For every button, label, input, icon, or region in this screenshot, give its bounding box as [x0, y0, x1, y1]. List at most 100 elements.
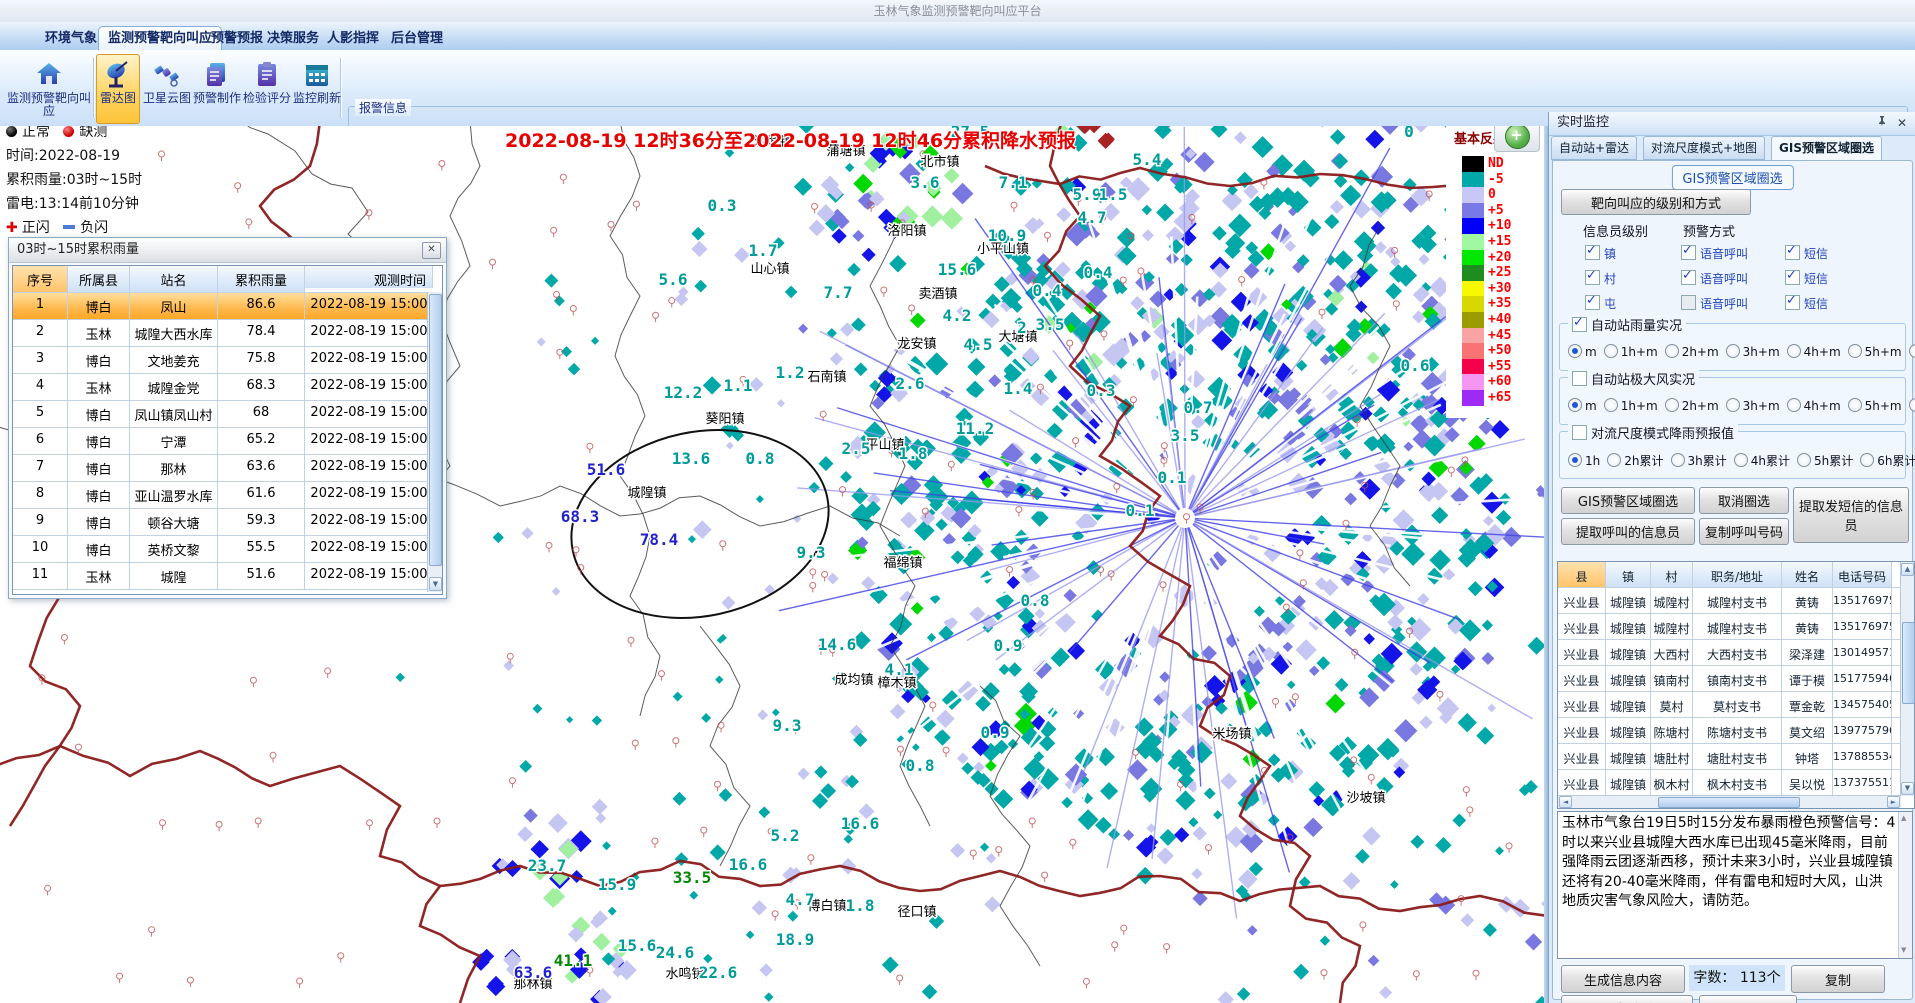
panel-tab-1[interactable]: 自动站+雷达 — [1551, 136, 1637, 160]
column-header[interactable]: 村 — [1651, 562, 1693, 587]
radio-option[interactable]: 1h — [1568, 453, 1600, 468]
voice-call-checkbox[interactable]: 语音呼叫 — [1681, 270, 1748, 287]
warning-message-textarea[interactable]: 玉林市气象台19日5时15分发布暴雨橙色预警信号：4时以来兴业县城隍大西水库已出… — [1557, 811, 1913, 959]
rain-table-window[interactable]: 03时~15时累积雨量 ✕ 序号所属县站名累积雨量观测时间1博白凤山86.620… — [8, 237, 447, 599]
toolbar-button-document[interactable]: 预警制作 — [190, 54, 244, 124]
radio-option[interactable]: 2h累计 — [1607, 452, 1663, 469]
contact-vscrollbar[interactable]: ▲▼ — [1900, 562, 1914, 796]
table-row[interactable]: 8博白亚山温罗水库61.62022-08-19 15:00 — [13, 482, 442, 509]
toolbar-button-satellite[interactable]: 卫星云图 — [140, 54, 194, 124]
column-header[interactable]: 县 — [1558, 562, 1606, 587]
toolbar-button-clipboard[interactable]: 检验评分 — [240, 54, 294, 124]
column-header[interactable]: 姓名 — [1782, 562, 1833, 587]
level-checkbox-镇[interactable]: 镇 — [1585, 245, 1616, 262]
voice-call-checkbox[interactable]: 语音呼叫 — [1681, 295, 1748, 312]
panel-tab-2[interactable]: 对流尺度模式+地图 — [1643, 136, 1765, 160]
table-row[interactable]: 2玉林城隍大西水库78.42022-08-19 15:00 — [13, 320, 442, 347]
toolbar-button-calendar[interactable]: 监控刷新 — [290, 54, 344, 124]
contact-hscrollbar[interactable]: ◄► — [1558, 795, 1901, 808]
table-row[interactable]: 5博白凤山镇凤山村682022-08-19 15:00 — [13, 401, 442, 428]
scroll-up-icon[interactable]: ▲ — [1901, 563, 1914, 576]
radio-option[interactable]: 1h+m — [1604, 344, 1658, 359]
level-checkbox-村[interactable]: 村 — [1585, 270, 1616, 287]
radio-option[interactable]: 5h累计 — [1797, 452, 1853, 469]
toolbar-button-radar[interactable]: 雷达图 — [96, 54, 140, 124]
contact-row[interactable]: 兴业县城隍镇枫木村枫木村支书吴以悦137375511 — [1558, 770, 1914, 796]
contact-row[interactable]: 兴业县城隍镇镇南村镇南村支书谭于模151775946 — [1558, 666, 1914, 692]
extract-sms-button[interactable]: 提取发短信的信息员 — [1793, 487, 1909, 543]
scroll-up-icon[interactable]: ▲ — [1901, 814, 1906, 824]
radio-option[interactable]: m — [1568, 344, 1597, 359]
contact-row[interactable]: 兴业县城隍镇塘肚村塘肚村支书钟塔137885534 — [1558, 744, 1914, 770]
cancel-circle-button[interactable]: 取消圈选 — [1699, 487, 1789, 514]
scroll-down-icon[interactable]: ▼ — [429, 577, 442, 591]
column-header[interactable]: 电话号码 — [1833, 562, 1892, 587]
radar-map[interactable]: 沙塘镇蒲塘镇北市镇洛阳镇小平山镇山心镇卖酒镇龙安镇大塘镇石南镇葵阳镇平山镇城隍镇… — [0, 126, 1548, 1003]
group-checkbox[interactable] — [1572, 317, 1587, 332]
column-header[interactable]: 观测时间 — [305, 266, 433, 288]
contact-row[interactable]: 兴业县城隍镇莫村莫村支书覃金乾134575405 — [1558, 692, 1914, 718]
menu-tab-5[interactable]: 人影指挥 — [318, 27, 388, 50]
gis-circle-button[interactable]: GIS预警区域圈选 — [1561, 487, 1695, 514]
radio-option[interactable]: 4h累计 — [1734, 452, 1790, 469]
table-row[interactable]: 11玉林城隍51.62022-08-19 15:00 — [13, 563, 442, 590]
scroll-hthumb[interactable] — [1658, 797, 1800, 808]
sms-checkbox[interactable]: 短信 — [1785, 245, 1828, 262]
sms-checkbox[interactable]: 短信 — [1785, 295, 1828, 312]
sms-checkbox[interactable]: 短信 — [1785, 270, 1828, 287]
call-button[interactable]: 呼叫 — [1699, 995, 1797, 1003]
voice-preview-button[interactable]: 语音试听 — [1561, 995, 1693, 1003]
level-mode-button[interactable]: 靶向叫应的级别和方式 — [1561, 189, 1751, 215]
contact-row[interactable]: 兴业县城隍镇大西村大西村支书梁泽建130149571 — [1558, 640, 1914, 666]
panel-tab-3[interactable]: GIS预警区域圈选 — [1771, 136, 1882, 162]
message-vscrollbar[interactable]: ▲▼ — [1898, 812, 1912, 958]
column-header[interactable]: 累积雨量 — [218, 266, 305, 292]
scroll-thumb[interactable] — [1902, 622, 1915, 704]
table-row[interactable]: 1博白凤山86.62022-08-19 15:00 — [13, 293, 442, 320]
radio-option[interactable]: 5h+m — [1848, 344, 1902, 359]
level-checkbox-屯[interactable]: 屯 — [1585, 295, 1616, 312]
radio-option[interactable]: 6h累计 — [1860, 452, 1915, 469]
table-row[interactable]: 7博白那林63.62022-08-19 15:00 — [13, 455, 442, 482]
rain-table-close-icon[interactable]: ✕ — [422, 242, 441, 259]
toolbar-button-home[interactable]: 监测预警靶向叫应 — [4, 54, 94, 124]
contact-table[interactable]: 县镇村职务/地址姓名电话号码兴业县城隍镇城隍村城隍村支书黄铸135176975兴… — [1557, 561, 1915, 809]
column-header[interactable]: 所属县 — [68, 266, 130, 292]
rain-table-scrollbar[interactable]: ▼ — [427, 292, 442, 592]
scroll-down-icon[interactable]: ▼ — [1901, 782, 1914, 795]
group-checkbox[interactable] — [1572, 371, 1587, 386]
extract-call-button[interactable]: 提取呼叫的信息员 — [1561, 518, 1695, 545]
radio-option[interactable]: 1h+m — [1604, 398, 1658, 413]
contact-row[interactable]: 兴业县城隍镇陈塘村陈塘村支书莫文绍139775796 — [1558, 718, 1914, 744]
column-header[interactable]: 站名 — [130, 266, 218, 292]
scroll-right-icon[interactable]: ► — [1887, 796, 1900, 808]
copy-button[interactable]: 复制 — [1791, 965, 1885, 993]
radio-option[interactable]: 4h+m — [1787, 344, 1841, 359]
column-header[interactable]: 镇 — [1606, 562, 1651, 587]
radio-option[interactable]: 12h+m — [1909, 398, 1915, 413]
contact-row[interactable]: 兴业县城隍镇城隍村城隍村支书黄铸135176975 — [1558, 614, 1914, 640]
panel-close-icon[interactable]: ✕ — [1894, 115, 1910, 131]
scroll-thumb[interactable] — [429, 294, 442, 566]
radio-option[interactable]: 4h+m — [1787, 398, 1841, 413]
table-row[interactable]: 3博白文地姜充75.82022-08-19 15:00 — [13, 347, 442, 374]
radio-option[interactable]: 12h+m — [1909, 344, 1915, 359]
column-header[interactable]: 序号 — [13, 266, 68, 292]
column-header[interactable]: 职务/地址 — [1693, 562, 1782, 587]
radio-option[interactable]: 3h+m — [1726, 398, 1780, 413]
table-row[interactable]: 10博白英桥文黎55.52022-08-19 15:00 — [13, 536, 442, 563]
menu-tab-1[interactable]: 环境气象 — [36, 27, 106, 50]
pin-icon[interactable] — [1874, 115, 1890, 131]
radio-option[interactable]: 3h累计 — [1671, 452, 1727, 469]
table-row[interactable]: 6博白宁潭65.22022-08-19 15:00 — [13, 428, 442, 455]
copy-numbers-button[interactable]: 复制呼叫号码 — [1699, 518, 1789, 545]
menu-tab-6[interactable]: 后台管理 — [382, 27, 452, 50]
radio-option[interactable]: m — [1568, 398, 1597, 413]
radio-option[interactable]: 2h+m — [1665, 344, 1719, 359]
group-checkbox[interactable] — [1572, 425, 1587, 440]
scroll-down-icon[interactable]: ▼ — [1901, 946, 1906, 956]
radio-option[interactable]: 5h+m — [1848, 398, 1902, 413]
radio-option[interactable]: 2h+m — [1665, 398, 1719, 413]
contact-row[interactable]: 兴业县城隍镇城隍村城隍村支书黄铸135176975 — [1558, 588, 1914, 614]
table-row[interactable]: 4玉林城隍金党68.32022-08-19 15:00 — [13, 374, 442, 401]
